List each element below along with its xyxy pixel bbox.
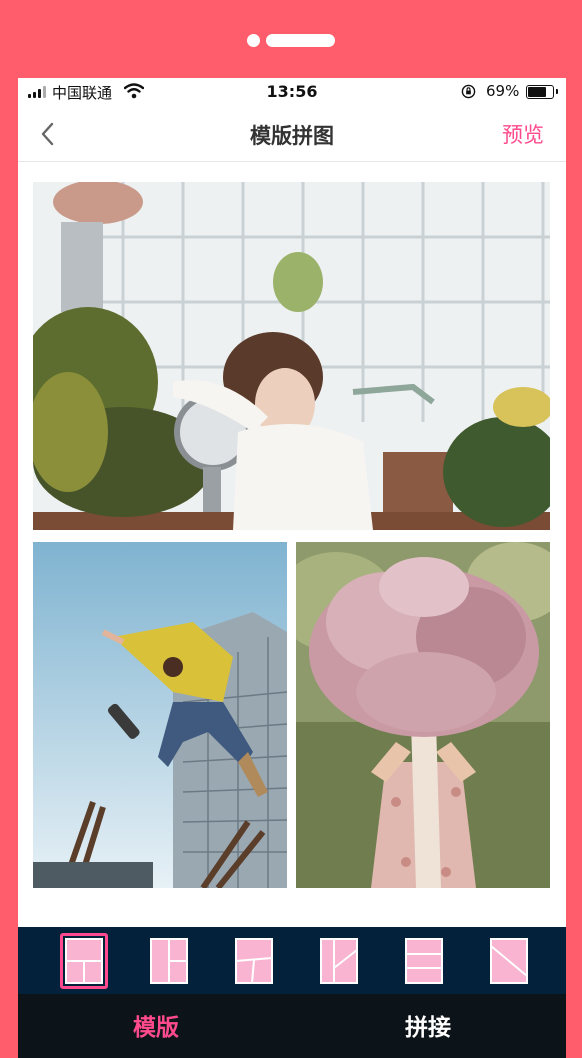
template-option-1[interactable] bbox=[60, 933, 108, 989]
collage-photo-top[interactable] bbox=[33, 182, 550, 530]
layout-diagonal-split-icon bbox=[320, 938, 358, 984]
bottom-tab-bar: 模版 拼接 bbox=[18, 994, 566, 1058]
tab-stitch[interactable]: 拼接 bbox=[348, 1008, 508, 1042]
template-option-6[interactable] bbox=[485, 933, 533, 989]
layout-top-two-bottom-icon bbox=[65, 938, 103, 984]
battery-fill bbox=[528, 87, 546, 97]
layout-three-rows-icon bbox=[405, 938, 443, 984]
phone-frame: 中国联通 13:56 69% 模版拼图 预览 模版 拼接 bbox=[0, 0, 582, 1058]
camera-dot bbox=[247, 34, 260, 47]
layout-left-two-right-icon bbox=[150, 938, 188, 984]
status-bar: 中国联通 13:56 69% bbox=[18, 78, 566, 106]
screen: 中国联通 13:56 69% 模版拼图 预览 模版 拼接 bbox=[18, 78, 566, 1058]
page-title: 模版拼图 bbox=[250, 124, 334, 148]
status-time: 13:56 bbox=[266, 82, 318, 101]
battery-percent: 69% bbox=[486, 82, 520, 100]
tab-templates[interactable]: 模版 bbox=[76, 1008, 236, 1042]
collage-photo-bottom-left[interactable] bbox=[33, 542, 287, 888]
battery-icon bbox=[526, 85, 558, 99]
rotation-lock-icon bbox=[461, 84, 476, 99]
template-option-4[interactable] bbox=[315, 933, 363, 989]
template-option-3[interactable] bbox=[230, 933, 278, 989]
layout-diagonal-line-icon bbox=[490, 938, 528, 984]
template-option-2[interactable] bbox=[145, 933, 193, 989]
preview-button[interactable]: 预览 bbox=[502, 119, 544, 149]
layout-top-wide-split-icon bbox=[235, 938, 273, 984]
template-option-5[interactable] bbox=[400, 933, 448, 989]
collage-photo-bottom-right[interactable] bbox=[296, 542, 550, 888]
speaker-bar bbox=[266, 34, 335, 47]
navigation-bar: 模版拼图 预览 bbox=[18, 106, 566, 162]
template-strip bbox=[18, 927, 566, 994]
collage-canvas bbox=[33, 182, 550, 888]
